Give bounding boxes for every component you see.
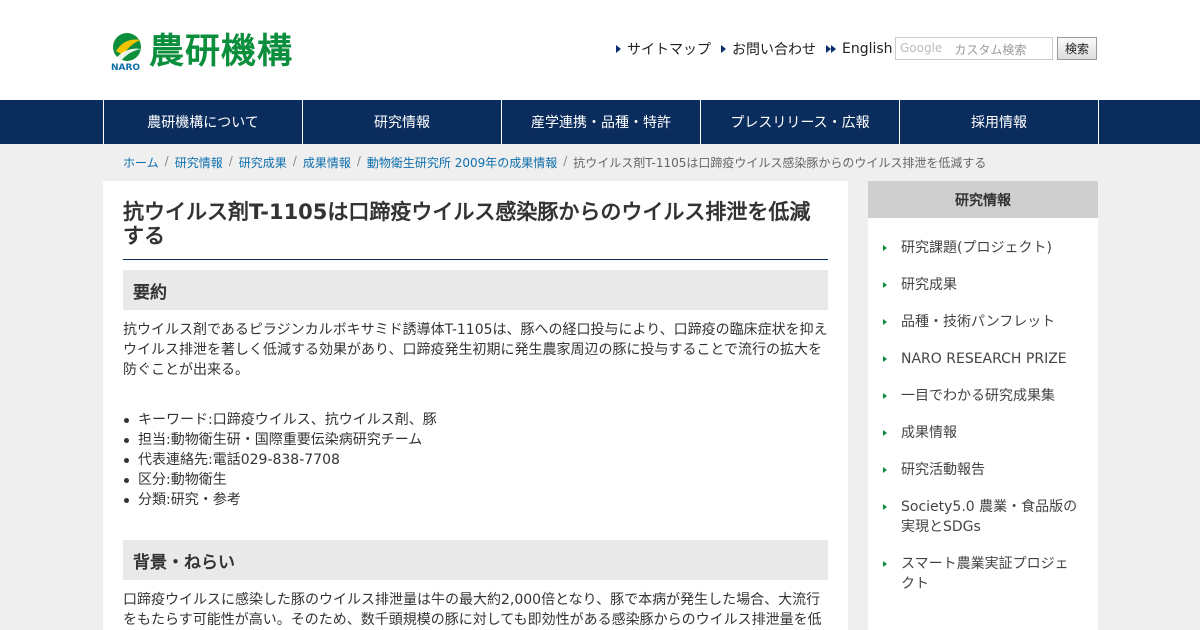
- arrow-right-icon: [616, 45, 621, 53]
- meta-list: キーワード:口蹄疫ウイルス、抗ウイルス剤、豚 担当:動物衛生研・国際重要伝染病研…: [123, 410, 828, 510]
- sitemap-link[interactable]: サイトマップ: [616, 39, 711, 59]
- sidebar-heading: 研究情報: [868, 181, 1098, 218]
- sidebar-item-projects[interactable]: 研究課題(プロジェクト): [868, 238, 1098, 258]
- header-links: サイトマップ お問い合わせ English: [616, 39, 903, 59]
- site-search: Google カスタム検索 検索: [895, 37, 1097, 60]
- sidebar-item-pamphlets[interactable]: 品種・技術パンフレット: [868, 312, 1098, 332]
- nav-item-about[interactable]: 農研機構について: [104, 100, 303, 144]
- nav-item-research[interactable]: 研究情報: [303, 100, 502, 144]
- search-input[interactable]: Google カスタム検索: [895, 37, 1053, 60]
- meta-contact: 代表連絡先:電話029-838-7708: [123, 450, 828, 470]
- sidebar-item-society50[interactable]: Society5.0 農業・食品版の実現とSDGs: [868, 497, 1098, 537]
- double-arrow-right-icon: [826, 45, 836, 53]
- meta-keywords: キーワード:口蹄疫ウイルス、抗ウイルス剤、豚: [123, 410, 828, 430]
- sidebar-item-results[interactable]: 研究成果: [868, 275, 1098, 295]
- contact-label: お問い合わせ: [732, 42, 816, 58]
- background-text: 口蹄疫ウイルスに感染した豚のウイルス排泄量は牛の最大約2,000倍となり、豚で本…: [123, 592, 822, 628]
- title-divider: [123, 259, 828, 260]
- sitemap-label: サイトマップ: [627, 42, 711, 58]
- breadcrumb-result-info[interactable]: 成果情報: [303, 154, 351, 171]
- breadcrumb: ホーム / 研究情報 / 研究成果 / 成果情報 / 動物衛生研究所 2009年の成果情…: [123, 154, 987, 171]
- meta-classification: 分類:研究・参考: [123, 490, 828, 510]
- search-button[interactable]: 検索: [1057, 37, 1097, 60]
- naro-logo[interactable]: NARO 農研機構: [111, 29, 293, 73]
- sidebar-item-result-info[interactable]: 成果情報: [868, 423, 1098, 443]
- english-label: English: [842, 41, 893, 57]
- main-content: 抗ウイルス剤T-1105は口蹄疫ウイルス感染豚からのウイルス排泄を低減する 要約…: [103, 181, 848, 630]
- background-heading: 背景・ねらい: [123, 540, 828, 580]
- breadcrumb-research[interactable]: 研究情報: [175, 154, 223, 171]
- sidebar-item-activity[interactable]: 研究活動報告: [868, 460, 1098, 480]
- breadcrumb-current: 抗ウイルス剤T-1105は口蹄疫ウイルス感染豚からのウイルス排泄を低減する: [573, 156, 987, 170]
- meta-team: 担当:動物衛生研・国際重要伝染病研究チーム: [123, 430, 828, 450]
- google-brand: Google: [900, 41, 943, 55]
- summary-text: 抗ウイルス剤であるピラジンカルボキサミド誘導体T-1105は、豚への経口投与によ…: [123, 322, 828, 378]
- breadcrumb-results[interactable]: 研究成果: [239, 154, 287, 171]
- breadcrumb-niah-2009[interactable]: 動物衛生研究所 2009年の成果情報: [367, 154, 557, 171]
- sidebar: 研究情報 研究課題(プロジェクト) 研究成果 品種・技術パンフレット NARO …: [868, 181, 1098, 630]
- contact-link[interactable]: お問い合わせ: [721, 39, 816, 59]
- meta-category: 区分:動物衛生: [123, 470, 828, 490]
- summary-heading: 要約: [123, 270, 828, 310]
- global-nav: 農研機構について 研究情報 産学連携・品種・特許 プレスリリース・広報 採用情報: [0, 100, 1200, 144]
- nav-item-press[interactable]: プレスリリース・広報: [701, 100, 900, 144]
- sidebar-list: 研究課題(プロジェクト) 研究成果 品種・技術パンフレット NARO RESEA…: [868, 238, 1098, 611]
- sidebar-item-digest[interactable]: 一目でわかる研究成果集: [868, 386, 1098, 406]
- nav-item-recruit[interactable]: 採用情報: [900, 100, 1099, 144]
- sidebar-item-prize[interactable]: NARO RESEARCH PRIZE: [868, 349, 1098, 369]
- arrow-right-icon: [721, 45, 726, 53]
- naro-logo-sub: NARO: [111, 63, 141, 73]
- breadcrumb-home[interactable]: ホーム: [123, 154, 159, 171]
- naro-logo-text: 農研機構: [149, 32, 294, 72]
- english-link[interactable]: English: [826, 41, 893, 57]
- page-title: 抗ウイルス剤T-1105は口蹄疫ウイルス感染豚からのウイルス排泄を低減する: [123, 200, 811, 248]
- site-header: NARO 農研機構 サイトマップ お問い合わせ English Google カ…: [0, 0, 1200, 100]
- search-placeholder: カスタム検索: [954, 43, 1027, 57]
- naro-leaf-icon: NARO: [111, 31, 147, 73]
- nav-item-industry[interactable]: 産学連携・品種・特許: [502, 100, 701, 144]
- sidebar-item-smart-agri[interactable]: スマート農業実証プロジェクト: [868, 554, 1098, 594]
